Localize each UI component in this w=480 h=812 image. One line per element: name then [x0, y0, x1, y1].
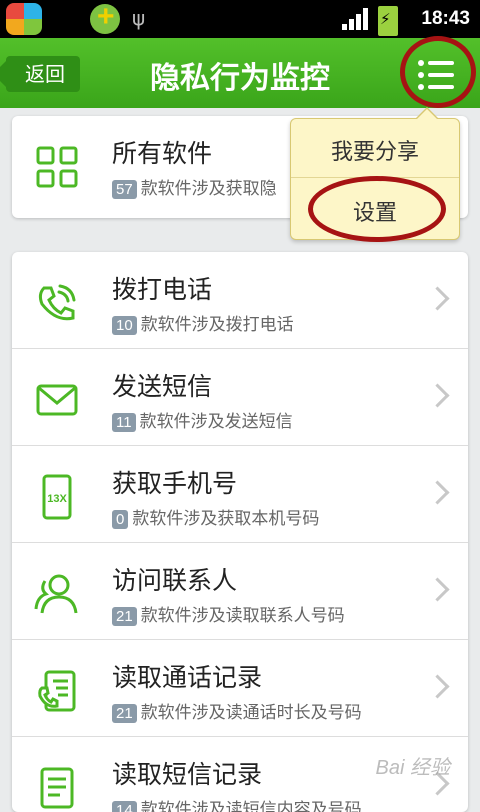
- sms-log-icon: [40, 767, 74, 809]
- security-app-icon: [90, 0, 120, 34]
- battery-icon: [378, 6, 398, 36]
- call-log-icon: [38, 670, 76, 712]
- item-desc: 11 款软件涉及发送短信: [112, 407, 293, 432]
- signal-icon: [342, 8, 370, 30]
- mobile-phone-icon: 13X: [42, 474, 72, 520]
- count-badge: 21: [112, 607, 137, 626]
- count-badge: 14: [112, 801, 137, 812]
- item-name: 所有软件: [112, 139, 213, 168]
- chevron-right-icon: [425, 577, 450, 602]
- category-list: 拨打电话 10 款软件涉及拨打电话 发送短信 11 款软件涉及发送短信 13X 获取…: [12, 252, 468, 812]
- item-name: 读取通话记录: [112, 663, 263, 692]
- item-desc: 21 款软件涉及读取联系人号码: [112, 601, 345, 626]
- annotation-circle-settings: [308, 176, 446, 242]
- list-item-call[interactable]: 拨打电话 10 款软件涉及拨打电话: [12, 252, 468, 349]
- count-badge: 11: [112, 413, 136, 432]
- item-name: 访问联系人: [112, 566, 238, 595]
- count-badge: 57: [112, 180, 137, 199]
- watermark: Bai 经验: [375, 757, 450, 779]
- item-desc: 14 款软件涉及读短信内容及号码: [112, 795, 362, 812]
- chevron-right-icon: [425, 383, 450, 408]
- list-item-contacts[interactable]: 访问联系人 21 款软件涉及读取联系人号码: [12, 543, 468, 640]
- item-name: 获取手机号: [112, 469, 238, 498]
- item-name: 读取短信记录: [112, 760, 263, 789]
- phone-call-icon: [38, 284, 76, 321]
- envelope-icon: [36, 384, 78, 416]
- annotation-circle-menu: [400, 36, 476, 108]
- count-badge: 0: [112, 510, 129, 529]
- app-store-icon: [6, 3, 42, 35]
- status-time: 18:43: [421, 8, 470, 29]
- count-badge: 21: [112, 704, 137, 723]
- chevron-right-icon: [425, 480, 450, 505]
- item-desc: 0 款软件涉及获取本机号码: [112, 504, 319, 529]
- chevron-right-icon: [425, 286, 450, 311]
- item-name: 发送短信: [112, 372, 213, 401]
- list-item-call-log[interactable]: 读取通话记录 21 款软件涉及读通话时长及号码: [12, 640, 468, 737]
- share-menu-item[interactable]: 我要分享: [291, 134, 459, 166]
- item-desc: 57 款软件涉及获取隐: [112, 174, 277, 199]
- grid-icon: [36, 146, 78, 188]
- list-item-sms[interactable]: 发送短信 11 款软件涉及发送短信: [12, 349, 468, 446]
- item-name: 拨打电话: [112, 275, 213, 304]
- phone-screen-label: 13X: [47, 493, 67, 505]
- item-desc: 21 款软件涉及读通话时长及号码: [112, 698, 362, 723]
- chevron-right-icon: [425, 674, 450, 699]
- item-desc: 10 款软件涉及拨打电话: [112, 310, 294, 335]
- contacts-icon: [34, 574, 78, 614]
- count-badge: 10: [112, 316, 137, 335]
- list-item-phone-number[interactable]: 13X 获取手机号 0 款软件涉及获取本机号码: [12, 446, 468, 543]
- status-bar: ψ 18:43: [0, 0, 480, 38]
- usb-icon: ψ: [132, 6, 146, 30]
